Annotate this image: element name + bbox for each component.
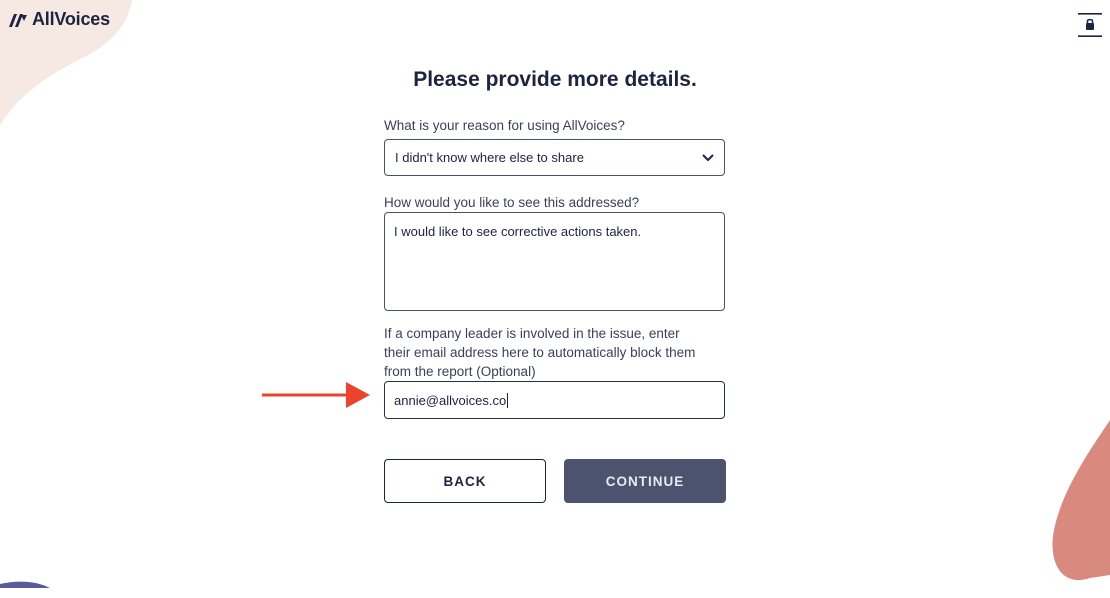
addressed-textarea[interactable]: I would like to see corrective actions t… xyxy=(384,212,725,311)
leader-email-label-line-2: their email address here to automaticall… xyxy=(384,345,696,360)
reason-select-value: I didn't know where else to share xyxy=(395,150,584,165)
addressed-label: How would you like to see this addressed… xyxy=(384,195,640,210)
continue-button[interactable]: CONTINUE xyxy=(564,459,726,503)
reason-label: What is your reason for using AllVoices? xyxy=(384,118,625,133)
reason-select[interactable]: I didn't know where else to share xyxy=(384,139,725,176)
leader-email-label: If a company leader is involved in the i… xyxy=(384,324,734,381)
arrow-right-icon xyxy=(262,382,370,408)
addressed-textarea-value: I would like to see corrective actions t… xyxy=(394,224,642,239)
allvoices-logo[interactable]: AllVoices xyxy=(8,9,110,30)
page-title: Please provide more details. xyxy=(413,68,697,91)
back-button[interactable]: BACK xyxy=(384,459,546,503)
leader-email-input[interactable]: annie@allvoices.co xyxy=(384,381,725,419)
logo-text: AllVoices xyxy=(32,9,110,29)
lock-icon[interactable] xyxy=(1078,12,1102,38)
leader-email-label-line-3: from the report (Optional) xyxy=(384,364,536,379)
chevron-down-icon xyxy=(702,154,714,161)
allvoices-logo-mark-icon xyxy=(9,13,27,27)
decorative-blob-bottom-right xyxy=(1052,420,1110,581)
leader-email-input-value: annie@allvoices.co xyxy=(394,392,507,408)
text-caret xyxy=(507,392,509,408)
decorative-blob-bottom-left xyxy=(0,581,50,588)
leader-email-label-line-1: If a company leader is involved in the i… xyxy=(384,326,680,341)
